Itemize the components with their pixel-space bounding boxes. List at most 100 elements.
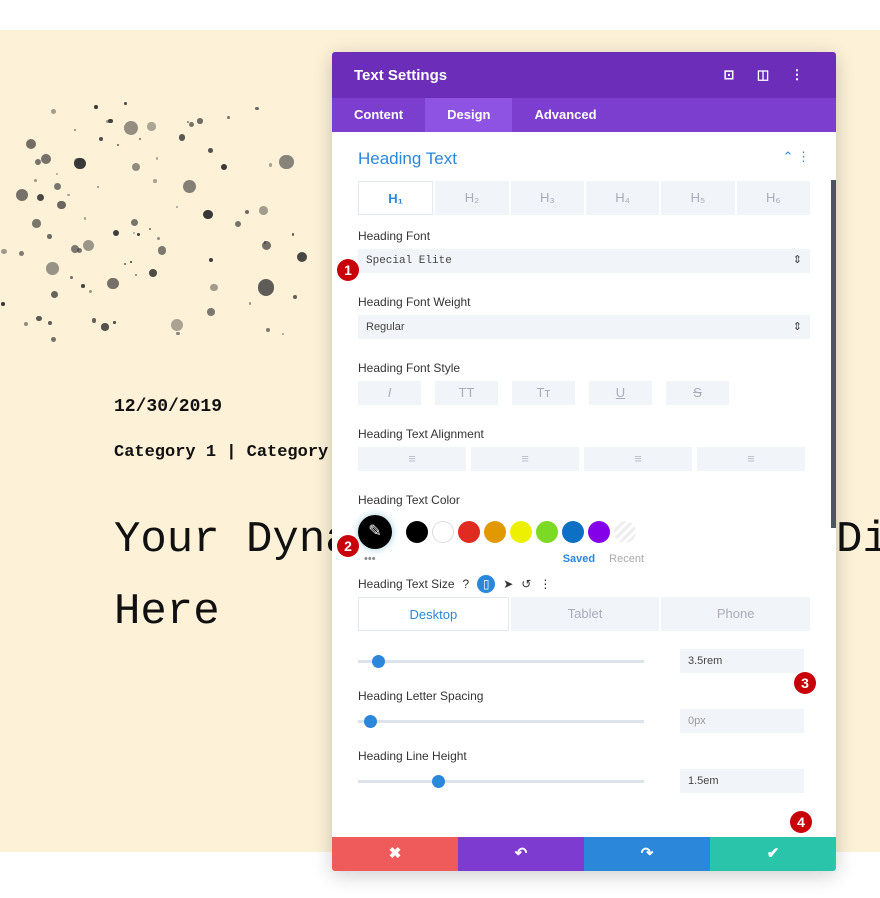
heading-font-label: Heading Font — [358, 229, 431, 243]
no-color-swatch[interactable] — [614, 521, 636, 543]
help-icon[interactable]: ? — [463, 577, 470, 591]
heading-level-3[interactable]: H₃ — [510, 181, 584, 215]
ink-dot — [91, 317, 97, 323]
device-tab-desktop[interactable]: Desktop — [358, 597, 509, 631]
heading-level-6[interactable]: H₆ — [736, 181, 810, 215]
ink-dot — [50, 108, 56, 115]
font-weight-select[interactable]: Regular ⇕ — [358, 315, 810, 339]
more-swatches-icon[interactable]: ••• — [358, 553, 563, 565]
align-center-button[interactable]: ≡ — [471, 447, 579, 471]
heading-level-4[interactable]: H₄ — [585, 181, 660, 215]
options-icon[interactable]: ⋮ — [539, 577, 551, 591]
ink-dot — [47, 320, 52, 325]
ink-dot — [197, 118, 203, 124]
heading-level-tabs: H₁ H₂ H₃ H₄ H₅ H₆ — [358, 181, 810, 215]
cancel-button[interactable]: ✖ — [332, 837, 458, 871]
ink-dot — [279, 154, 294, 170]
slider-handle[interactable] — [432, 774, 446, 788]
screenshot-icon[interactable]: ⊡ — [712, 67, 746, 83]
panel-footer: ✖ ↶ ↷ ✔ — [332, 837, 836, 871]
ink-dot — [156, 236, 160, 240]
ink-dot — [55, 172, 58, 176]
uppercase-button[interactable]: TT — [435, 381, 498, 405]
ink-dot — [66, 193, 70, 197]
tab-advanced[interactable]: Advanced — [512, 98, 618, 132]
color-swatch[interactable] — [432, 521, 454, 543]
align-justify-button[interactable]: ≡ — [697, 447, 805, 471]
ink-dot — [76, 247, 82, 253]
ink-dot — [51, 336, 57, 342]
reset-icon[interactable]: ↺ — [521, 577, 531, 591]
slider-handle[interactable] — [363, 714, 377, 728]
responsive-phone-icon[interactable]: ▯ — [477, 575, 496, 593]
ink-dot — [105, 119, 110, 123]
saved-colors-tab[interactable]: Saved — [563, 553, 595, 565]
ink-dot — [36, 315, 42, 322]
recent-colors-tab[interactable]: Recent — [609, 553, 644, 565]
step-badge-4: 4 — [790, 811, 812, 833]
save-button[interactable]: ✔ — [710, 837, 836, 871]
color-swatch[interactable] — [510, 521, 532, 543]
text-size-label: Heading Text Size — [358, 577, 455, 591]
ink-dot — [207, 148, 213, 154]
collapse-chevron-icon[interactable]: ⌃ ⋮ — [782, 149, 810, 169]
text-size-input[interactable]: 3.5rem — [680, 649, 804, 673]
underline-button[interactable]: U — [589, 381, 652, 405]
section-title[interactable]: Heading Text — [358, 149, 457, 169]
ink-dot — [176, 331, 181, 336]
line-height-input[interactable]: 1.5em — [680, 769, 804, 793]
post-categories: Category 1 | Category 2 — [114, 443, 349, 462]
color-swatch[interactable] — [536, 521, 558, 543]
heading-level-5[interactable]: H₅ — [661, 181, 735, 215]
heading-level-2[interactable]: H₂ — [435, 181, 509, 215]
color-swatch[interactable] — [484, 521, 506, 543]
font-style-buttons: I TT Tт U S — [358, 381, 810, 405]
panel-header: Text Settings ⊡ ◫ ⋮ — [332, 52, 836, 98]
heading-font-select[interactable]: Special Elite ⇕ — [358, 249, 810, 273]
ink-dot — [152, 179, 157, 183]
italic-button[interactable]: I — [358, 381, 421, 405]
slider-handle[interactable] — [372, 654, 386, 668]
color-swatch[interactable] — [588, 521, 610, 543]
align-right-button[interactable]: ≡ — [584, 447, 692, 471]
weight-value: Regular — [366, 321, 405, 333]
heading-level-1[interactable]: H₁ — [358, 181, 434, 215]
ink-dot — [281, 332, 284, 335]
device-tab-phone[interactable]: Phone — [661, 597, 811, 631]
device-tabs: Desktop Tablet Phone — [358, 597, 811, 631]
ink-dot — [15, 188, 28, 201]
text-size-slider[interactable]: 3.5rem — [358, 647, 810, 675]
tab-design[interactable]: Design — [425, 98, 513, 132]
post-date: 12/30/2019 — [114, 397, 223, 417]
ink-dot — [175, 205, 178, 208]
tab-content[interactable]: Content — [332, 98, 425, 132]
ink-dot — [147, 122, 156, 131]
select-arrows-icon: ⇕ — [792, 321, 802, 333]
ink-dot — [32, 219, 41, 228]
ink-dot — [210, 283, 218, 292]
capitalize-button[interactable]: Tт — [512, 381, 575, 405]
line-height-slider[interactable]: 1.5em — [358, 767, 810, 795]
ink-dot — [47, 234, 52, 239]
line-height-label: Heading Line Height — [358, 749, 467, 763]
strikethrough-button[interactable]: S — [666, 381, 729, 405]
ink-dot — [136, 232, 140, 236]
device-tab-tablet[interactable]: Tablet — [510, 597, 660, 631]
eyedropper-color-picker[interactable]: ✎ — [358, 515, 392, 549]
letter-spacing-slider[interactable]: 0px — [358, 707, 810, 735]
sidebar-layout-icon[interactable]: ◫ — [746, 67, 780, 83]
color-swatch[interactable] — [406, 521, 428, 543]
letter-spacing-input[interactable]: 0px — [680, 709, 804, 733]
ink-dot — [1, 248, 7, 255]
post-title-tail: Di — [836, 515, 880, 565]
align-left-button[interactable]: ≡ — [358, 447, 466, 471]
redo-button[interactable]: ↷ — [584, 837, 710, 871]
letter-spacing-label: Heading Letter Spacing — [358, 689, 484, 703]
color-swatch[interactable] — [458, 521, 480, 543]
undo-button[interactable]: ↶ — [458, 837, 584, 871]
hover-cursor-icon[interactable]: ➤ — [503, 577, 513, 591]
ink-dot — [83, 217, 87, 220]
more-vertical-icon[interactable]: ⋮ — [780, 67, 814, 83]
color-swatch[interactable] — [562, 521, 584, 543]
post-title: Your Dyna — [114, 515, 352, 565]
